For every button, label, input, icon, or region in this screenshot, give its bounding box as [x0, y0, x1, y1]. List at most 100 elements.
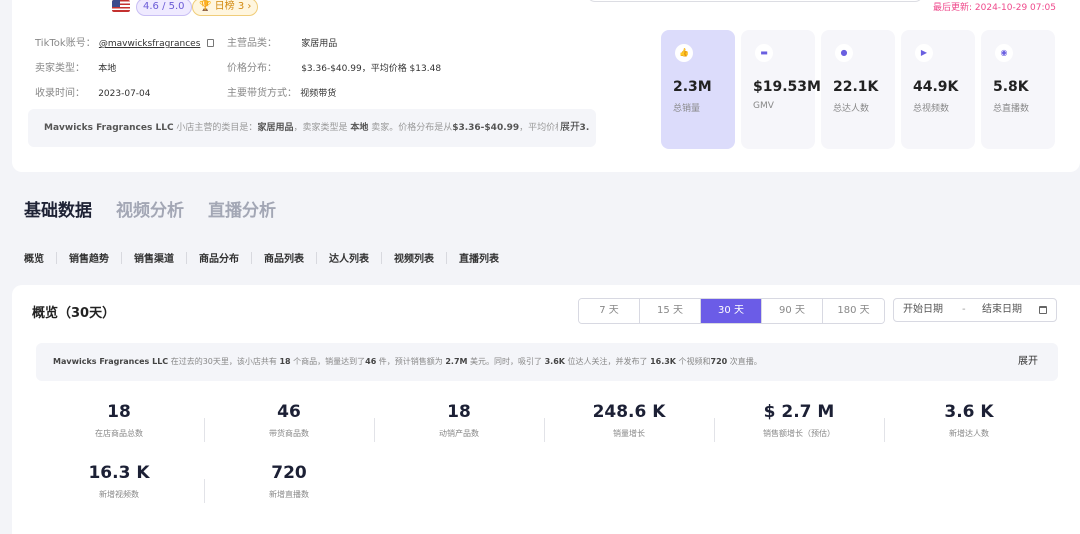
end-date[interactable]: 结束日期 — [982, 299, 1022, 321]
range-30d[interactable]: 30 天 — [701, 299, 762, 323]
expand-button[interactable]: 展开 — [558, 109, 580, 147]
tiktok-handle-link[interactable]: @mavwicksfragrances — [99, 39, 201, 49]
summary-category: 家居用品 — [257, 123, 294, 133]
divider — [251, 251, 252, 264]
live-icon: ◉ — [995, 44, 1013, 62]
tiktok-account-row: TikTok账号： @mavwicksfragrances — [35, 34, 214, 49]
summary-text: 美元。同时，吸引了 — [467, 357, 545, 366]
metric-label: 销量增长 — [613, 429, 645, 438]
subtab-overview[interactable]: 概览 — [24, 250, 44, 265]
main-tabs: 基础数据 视频分析 直播分析 — [24, 196, 276, 221]
mode-row: 主要带货方式： 视频带货 — [227, 84, 336, 99]
collected-label: 收录时间： — [35, 88, 85, 99]
expand-button[interactable]: 展开 — [1018, 343, 1038, 381]
range-7d[interactable]: 7 天 — [579, 299, 640, 323]
overview-title: 概览（30天） — [32, 306, 116, 321]
tiktok-account-label: TikTok账号： — [35, 38, 96, 49]
calendar-icon[interactable] — [1039, 306, 1047, 314]
tab-video-analysis[interactable]: 视频分析 — [116, 196, 184, 221]
user-icon: ● — [835, 44, 853, 62]
subtab-product-list[interactable]: 商品列表 — [264, 250, 304, 265]
daily-rank-badge[interactable]: 🏆 日榜 3 › — [192, 0, 259, 16]
stat-card-videos[interactable]: ▶ 44.9K 总视频数 — [901, 30, 975, 149]
search-box[interactable] — [587, 0, 923, 2]
metric-label: 在店商品总数 — [95, 429, 143, 438]
stat-value: $19.53M — [753, 79, 821, 95]
stat-card-creators[interactable]: ● 22.1K 总达人数 — [821, 30, 895, 149]
summary-lives: 720 — [710, 357, 728, 366]
summary-text: 个商品，销量达到了 — [290, 357, 366, 366]
metric-selling-products: 46 带货商品数 — [204, 402, 374, 439]
metric-value: 18 — [107, 402, 131, 422]
summary-text: 次直播。 — [727, 357, 762, 366]
start-date[interactable]: 开始日期 — [903, 299, 943, 321]
summary-products: 18 — [279, 357, 291, 366]
stat-label: 总直播数 — [993, 104, 1030, 114]
subtab-creator-list[interactable]: 达人列表 — [329, 250, 369, 265]
metric-total-products: 18 在店商品总数 — [34, 402, 204, 439]
tab-basic-data[interactable]: 基础数据 — [24, 196, 92, 221]
summary-sales: 46 — [365, 357, 377, 366]
divider — [381, 251, 382, 264]
subtab-product-distribution[interactable]: 商品分布 — [199, 250, 239, 265]
rating-badge: 4.6 / 5.0 — [136, 0, 192, 16]
wallet-icon: ▬ — [755, 44, 773, 62]
stat-card-gmv[interactable]: ▬ $19.53M GMV — [741, 30, 821, 149]
stat-label: 总销量 — [673, 104, 701, 114]
range-15d[interactable]: 15 天 — [640, 299, 701, 323]
collected-value: 2023-07-04 — [98, 89, 151, 99]
divider — [316, 251, 317, 264]
summary-price-range: $3.36-$40.99 — [452, 123, 520, 133]
shop-header-card: 4.6 / 5.0 🏆 日榜 3 › 最后更新: 2024-10-29 07:0… — [12, 0, 1080, 172]
stat-card-lives[interactable]: ◉ 5.8K 总直播数 — [981, 30, 1055, 149]
category-row: 主营品类： 家居用品 — [227, 34, 337, 49]
video-icon: ▶ — [915, 44, 933, 62]
shop-summary: Mavwicks Fragrances LLC 小店主营的类目是：家居用品，卖家… — [28, 109, 596, 147]
shop-name: Mavwicks Fragrances LLC — [53, 357, 169, 366]
summary-text: 卖家。价格分布是从 — [368, 123, 453, 133]
collected-row: 收录时间： 2023-07-04 — [35, 84, 151, 99]
metric-label: 带货商品数 — [269, 429, 309, 438]
summary-text: 位达人关注，并发布了 — [564, 357, 651, 366]
subtab-live-list[interactable]: 直播列表 — [459, 250, 499, 265]
tab-live-analysis[interactable]: 直播分析 — [208, 196, 276, 221]
metric-gmv-growth: $ 2.7 M 销售额增长（预估） — [714, 402, 884, 439]
metric-label: 动销产品数 — [439, 429, 479, 438]
copy-icon[interactable] — [206, 39, 214, 47]
range-180d[interactable]: 180 天 — [823, 299, 884, 323]
metric-label: 销售额增长（预估） — [763, 429, 835, 438]
metric-value: 720 — [271, 463, 307, 483]
metric-value: $ 2.7 M — [763, 402, 835, 422]
divider — [186, 251, 187, 264]
subtab-sales-trend[interactable]: 销售趋势 — [69, 250, 109, 265]
last-updated: 最后更新: 2024-10-29 07:05 — [933, 3, 1056, 13]
metric-label: 新增达人数 — [949, 429, 989, 438]
range-90d[interactable]: 90 天 — [762, 299, 823, 323]
overview-card: 概览（30天） 7 天 15 天 30 天 90 天 180 天 开始日期 - … — [12, 285, 1080, 534]
summary-text: 个视频和 — [676, 357, 711, 366]
metric-value: 248.6 K — [592, 402, 666, 422]
date-range-picker[interactable]: 开始日期 - 结束日期 — [893, 298, 1057, 322]
stat-value: 5.8K — [993, 79, 1029, 95]
seller-type-label: 卖家类型： — [35, 63, 85, 74]
metric-sales-growth: 248.6 K 销量增长 — [544, 402, 714, 439]
seller-type-row: 卖家类型： 本地 — [35, 59, 116, 74]
metric-value: 3.6 K — [944, 402, 994, 422]
summary-type: 本地 — [350, 123, 369, 133]
category-label: 主营品类： — [227, 38, 277, 49]
mode-value: 视频带货 — [300, 89, 337, 99]
category-value: 家居用品 — [301, 39, 338, 49]
daily-rank-label: 日榜 3 — [214, 1, 245, 12]
subtab-video-list[interactable]: 视频列表 — [394, 250, 434, 265]
summary-videos: 16.3K — [650, 357, 676, 366]
overview-summary: Mavwicks Fragrances LLC 在过去的30天里，该小店共有 1… — [36, 343, 1058, 381]
divider — [446, 251, 447, 264]
metric-value: 46 — [277, 402, 301, 422]
summary-text: 小店主营的类目是： — [173, 123, 258, 133]
summary-text: 件，预计销售额为 — [376, 357, 446, 366]
subtab-sales-channel[interactable]: 销售渠道 — [134, 250, 174, 265]
stat-value: 2.3M — [673, 79, 712, 95]
stat-card-sales[interactable]: 👍 2.3M 总销量 — [661, 30, 735, 149]
price-row: 价格分布： $3.36-$40.99，平均价格 $13.48 — [227, 59, 441, 74]
metric-label: 新增直播数 — [269, 490, 309, 499]
